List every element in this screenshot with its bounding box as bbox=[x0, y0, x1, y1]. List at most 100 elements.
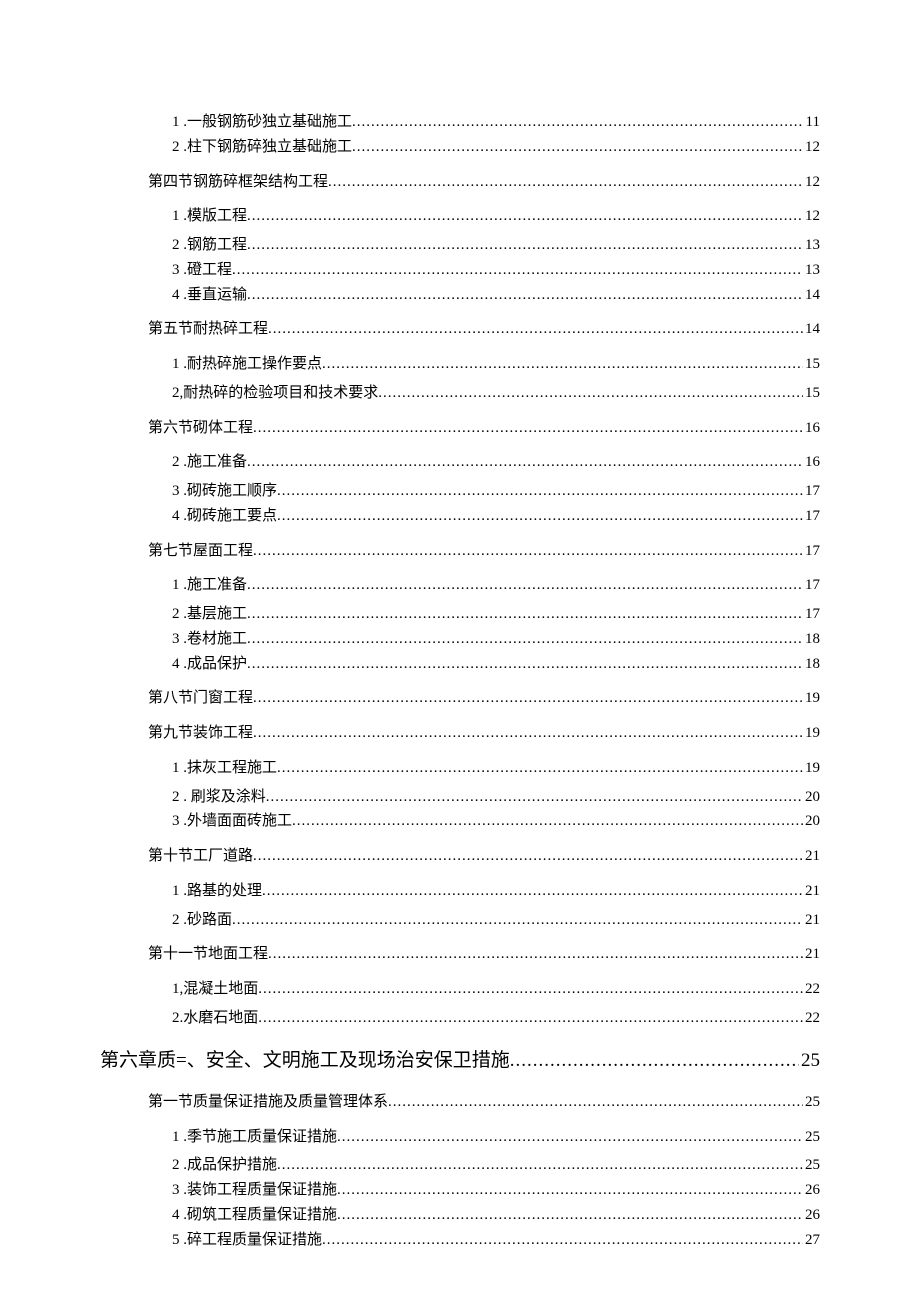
toc-entry-label: 3 .砌砖施工顺序 bbox=[172, 479, 277, 504]
toc-entry: 1 .季节施工质量保证措施25 bbox=[100, 1125, 820, 1150]
toc-page: 1 .一般钢筋砂独立基础施工112 .柱下钢筋碎独立基础施工 12第四节钢筋碎框… bbox=[0, 0, 920, 1312]
toc-entry: 2 .钢筋工程 13 bbox=[100, 233, 820, 258]
toc-entry-page: 25 bbox=[803, 1090, 820, 1115]
toc-entry-label: 3 .装饰工程质量保证措施 bbox=[172, 1178, 337, 1203]
toc-entry-page: 17 bbox=[803, 602, 820, 627]
toc-entry-label: 4 .砌筑工程质量保证措施 bbox=[172, 1203, 337, 1228]
toc-entry-label: 3 .磴工程 bbox=[172, 258, 232, 283]
toc-entry-label: 3 .外墙面面砖施工 bbox=[172, 809, 292, 834]
toc-entry-page: 21 bbox=[803, 942, 820, 967]
toc-leader-dots bbox=[322, 1228, 803, 1253]
toc-entry-page: 19 bbox=[803, 721, 820, 746]
toc-entry: 第十一节地面工程 21 bbox=[100, 942, 820, 967]
toc-entry: 4 .砌筑工程质量保证措施 26 bbox=[100, 1203, 820, 1228]
toc-leader-dots bbox=[232, 908, 803, 933]
toc-entry-label: 2 .成品保护措施 bbox=[172, 1153, 277, 1178]
toc-entry: 4 .砌砖施工要点 17 bbox=[100, 504, 820, 529]
toc-entry-label: 第七节屋面工程 bbox=[148, 539, 253, 564]
toc-entry-page: 21 bbox=[803, 844, 820, 869]
toc-entry: 5 .碎工程质量保证措施 27 bbox=[100, 1228, 820, 1253]
toc-entry-page: 15 bbox=[803, 352, 820, 377]
toc-entry-page: 17 bbox=[803, 539, 820, 564]
toc-entry-page: 17 bbox=[803, 479, 820, 504]
toc-entry-label: 1 .路基的处理 bbox=[172, 879, 262, 904]
toc-entry: 2 .基层施工 17 bbox=[100, 602, 820, 627]
toc-entry: 3 .卷材施工 18 bbox=[100, 627, 820, 652]
toc-entry: 2,耐热碎的检验项目和技术要求 15 bbox=[100, 381, 820, 406]
toc-entry: 2 .砂路面 21 bbox=[100, 908, 820, 933]
toc-entry-page: 21 bbox=[803, 879, 820, 904]
toc-entry-page: 15 bbox=[803, 381, 820, 406]
toc-entry-label: 2 .施工准备 bbox=[172, 450, 247, 475]
toc-entry-page: 25 bbox=[799, 1045, 820, 1076]
toc-entry: 第四节钢筋碎框架结构工程 12 bbox=[100, 170, 820, 195]
toc-entry: 2 .施工准备 16 bbox=[100, 450, 820, 475]
toc-leader-dots bbox=[232, 258, 803, 283]
toc-entry-page: 16 bbox=[803, 416, 820, 441]
toc-entry: 第十节工厂道路 21 bbox=[100, 844, 820, 869]
toc-entry-label: 1,混凝土地面 bbox=[172, 977, 258, 1002]
toc-entry: 1 .施工准备17 bbox=[100, 573, 820, 598]
toc-leader-dots bbox=[388, 1090, 803, 1115]
toc-leader-dots bbox=[337, 1203, 803, 1228]
toc-entry: 第九节装饰工程 19 bbox=[100, 721, 820, 746]
toc-leader-dots bbox=[253, 416, 803, 441]
toc-leader-dots bbox=[247, 283, 803, 308]
toc-leader-dots bbox=[247, 627, 803, 652]
toc-entry-page: 21 bbox=[803, 908, 820, 933]
toc-entry-label: 2 .基层施工 bbox=[172, 602, 247, 627]
toc-entry: 1 .一般钢筋砂独立基础施工 11 bbox=[100, 110, 820, 135]
toc-leader-dots bbox=[292, 809, 803, 834]
toc-leader-dots bbox=[378, 381, 803, 406]
toc-entry-page: 18 bbox=[803, 652, 820, 677]
toc-entry: 1 .耐热碎施工操作要点15 bbox=[100, 352, 820, 377]
toc-leader-dots bbox=[337, 1125, 803, 1150]
toc-leader-dots bbox=[268, 942, 803, 967]
toc-leader-dots bbox=[277, 1153, 803, 1178]
toc-entry-page: 12 bbox=[803, 204, 820, 229]
toc-leader-dots bbox=[277, 479, 803, 504]
toc-entry-label: 第九节装饰工程 bbox=[148, 721, 253, 746]
toc-entry-label: 5 .碎工程质量保证措施 bbox=[172, 1228, 322, 1253]
toc-entry: 4 .成品保护 18 bbox=[100, 652, 820, 677]
toc-leader-dots bbox=[277, 756, 803, 781]
toc-leader-dots bbox=[352, 110, 804, 135]
toc-leader-dots bbox=[337, 1178, 803, 1203]
toc-leader-dots bbox=[262, 879, 803, 904]
toc-entry-page: 25 bbox=[803, 1125, 820, 1150]
toc-entry-label: 第五节耐热碎工程 bbox=[148, 317, 268, 342]
toc-entry-page: 26 bbox=[803, 1203, 820, 1228]
toc-entry-label: 1 .抹灰工程施工 bbox=[172, 756, 277, 781]
toc-entry-page: 20 bbox=[803, 785, 820, 810]
toc-entry: 3 .砌砖施工顺序 17 bbox=[100, 479, 820, 504]
toc-entry: 3 .外墙面面砖施工 20 bbox=[100, 809, 820, 834]
toc-entry: 2.水磨石地面22 bbox=[100, 1006, 820, 1031]
toc-entry: 第六节砌体工程 16 bbox=[100, 416, 820, 441]
toc-entry: 1 .抹灰工程施工19 bbox=[100, 756, 820, 781]
toc-entry-label: 2 .砂路面 bbox=[172, 908, 232, 933]
toc-entry: 第六章质=、安全、文明施工及现场治安保卫措施 25 bbox=[100, 1045, 820, 1076]
toc-entry-page: 14 bbox=[803, 283, 820, 308]
toc-entry-page: 11 bbox=[804, 110, 820, 135]
toc-entry-page: 22 bbox=[803, 1006, 820, 1031]
toc-entry-label: 1 .一般钢筋砂独立基础施工 bbox=[172, 110, 352, 135]
toc-entry-label: 2,耐热碎的检验项目和技术要求 bbox=[172, 381, 378, 406]
toc-entry: 4 .垂直运输 14 bbox=[100, 283, 820, 308]
toc-entry-page: 17 bbox=[803, 573, 820, 598]
toc-entry-page: 12 bbox=[803, 170, 820, 195]
toc-entry: 3 .磴工程 13 bbox=[100, 258, 820, 283]
toc-entry-page: 17 bbox=[803, 504, 820, 529]
toc-entry-label: 第六章质=、安全、文明施工及现场治安保卫措施 bbox=[100, 1045, 510, 1076]
toc-entry-page: 16 bbox=[803, 450, 820, 475]
toc-entry-label: 4 .垂直运输 bbox=[172, 283, 247, 308]
toc-leader-dots bbox=[253, 539, 803, 564]
toc-entry-page: 26 bbox=[803, 1178, 820, 1203]
toc-leader-dots bbox=[247, 602, 803, 627]
toc-leader-dots bbox=[277, 504, 803, 529]
toc-entry: 1 .模版工程 12 bbox=[100, 204, 820, 229]
toc-entry-label: 2 .钢筋工程 bbox=[172, 233, 247, 258]
toc-entry-page: 13 bbox=[803, 233, 820, 258]
toc-leader-dots bbox=[253, 686, 803, 711]
toc-entry-page: 20 bbox=[803, 809, 820, 834]
toc-entry-label: 第六节砌体工程 bbox=[148, 416, 253, 441]
